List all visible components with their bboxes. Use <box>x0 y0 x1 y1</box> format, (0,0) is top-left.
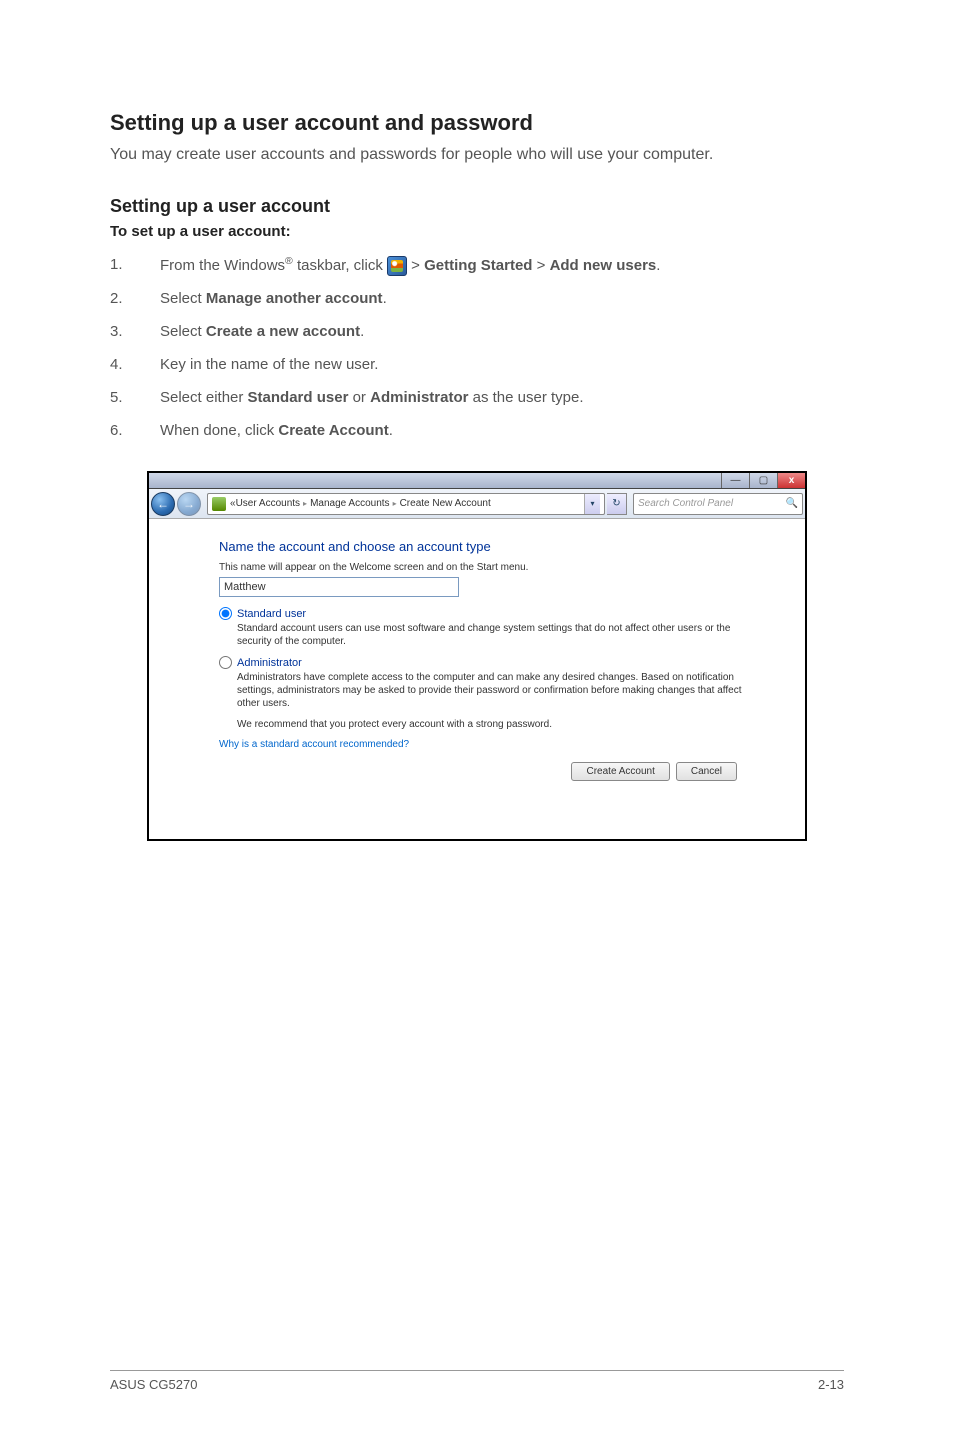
step5-d: Administrator <box>370 389 468 406</box>
step5-c: or <box>348 389 370 406</box>
crumb-2[interactable]: Manage Accounts <box>310 498 390 509</box>
step3-c: . <box>360 323 364 340</box>
step1-c: > <box>407 257 424 274</box>
step3-a: Select <box>160 323 206 340</box>
recommend-text: We recommend that you protect every acco… <box>237 718 747 731</box>
step5-a: Select either <box>160 389 248 406</box>
breadcrumb-dropdown[interactable]: ▾ <box>584 493 600 515</box>
radio-admin[interactable] <box>219 656 232 669</box>
content-heading: Name the account and choose an account t… <box>219 539 771 554</box>
page-footer: ASUS CG5270 2-13 <box>110 1370 844 1392</box>
to-setup-line: To set up a user account: <box>110 223 844 240</box>
footer-right: 2-13 <box>818 1377 844 1392</box>
button-row: Create Account Cancel <box>219 754 771 789</box>
radio-standard-row[interactable]: Standard user <box>219 607 771 620</box>
refresh-button[interactable]: ↻ <box>607 493 627 515</box>
step-3: Select Create a new account. <box>110 321 844 342</box>
content-sub: This name will appear on the Welcome scr… <box>219 562 771 573</box>
step5-b: Standard user <box>248 389 349 406</box>
step1-a: From the Windows <box>160 257 285 274</box>
title-bar: — ▢ x <box>149 473 805 489</box>
close-button[interactable]: x <box>777 473 805 488</box>
radio-standard[interactable] <box>219 607 232 620</box>
standard-desc: Standard account users can use most soft… <box>237 622 747 648</box>
content-area: Name the account and choose an account t… <box>149 519 805 839</box>
step1-e: > <box>532 257 549 274</box>
windows-flag-icon <box>387 256 407 276</box>
crumb-sep-2: ▸ <box>393 499 397 508</box>
forward-button[interactable]: → <box>177 492 201 516</box>
radio-admin-row[interactable]: Administrator <box>219 656 771 669</box>
step6-c: . <box>389 422 393 439</box>
breadcrumb[interactable]: « User Accounts ▸ Manage Accounts ▸ Crea… <box>207 493 605 515</box>
admin-desc: Administrators have complete access to t… <box>237 671 747 710</box>
create-account-button[interactable]: Create Account <box>571 762 669 781</box>
step2-b: Manage another account <box>206 290 383 307</box>
cancel-button[interactable]: Cancel <box>676 762 737 781</box>
minimize-button[interactable]: — <box>721 473 749 488</box>
user-accounts-icon <box>212 497 226 511</box>
step-2: Select Manage another account. <box>110 288 844 309</box>
step-4: Key in the name of the new user. <box>110 354 844 375</box>
step3-b: Create a new account <box>206 323 360 340</box>
step-5: Select either Standard user or Administr… <box>110 387 844 408</box>
maximize-button[interactable]: ▢ <box>749 473 777 488</box>
nav-bar: ← → « User Accounts ▸ Manage Accounts ▸ … <box>149 489 805 519</box>
step-6: When done, click Create Account. <box>110 420 844 441</box>
steps-list: From the Windows® taskbar, click > Getti… <box>110 254 844 441</box>
step1-d: Getting Started <box>424 257 532 274</box>
step2-c: . <box>383 290 387 307</box>
heading-sub: Setting up a user account <box>110 196 844 217</box>
step6-b: Create Account <box>278 422 388 439</box>
back-button[interactable]: ← <box>151 492 175 516</box>
step1-f: Add new users <box>550 257 657 274</box>
why-standard-link[interactable]: Why is a standard account recommended? <box>219 739 771 750</box>
radio-admin-label: Administrator <box>237 657 302 669</box>
radio-standard-label: Standard user <box>237 608 306 620</box>
step-1: From the Windows® taskbar, click > Getti… <box>110 254 844 276</box>
crumb-sep-1: ▸ <box>303 499 307 508</box>
search-placeholder: Search Control Panel <box>638 498 733 509</box>
step2-a: Select <box>160 290 206 307</box>
step5-e: as the user type. <box>468 389 583 406</box>
search-icon[interactable]: 🔍 <box>786 498 798 509</box>
step1-g: . <box>656 257 660 274</box>
account-name-input[interactable] <box>219 577 459 597</box>
screenshot-window: — ▢ x ← → « User Accounts ▸ Manage Accou… <box>147 471 807 841</box>
heading-main: Setting up a user account and password <box>110 110 844 136</box>
footer-left: ASUS CG5270 <box>110 1377 197 1392</box>
search-input[interactable]: Search Control Panel 🔍 <box>633 493 803 515</box>
step1-b: taskbar, click <box>293 257 387 274</box>
crumb-3[interactable]: Create New Account <box>400 498 491 509</box>
crumb-1[interactable]: User Accounts <box>236 498 300 509</box>
intro-text: You may create user accounts and passwor… <box>110 146 844 164</box>
reg-mark: ® <box>285 255 293 267</box>
step6-a: When done, click <box>160 422 278 439</box>
